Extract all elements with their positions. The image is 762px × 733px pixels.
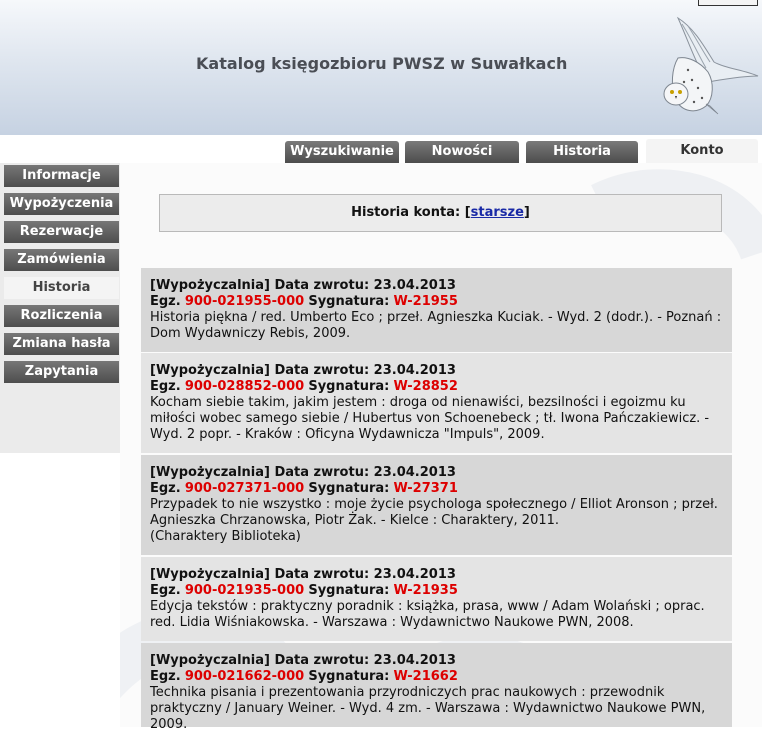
page-title: Katalog księgozbioru PWSZ w Suwałkach <box>196 54 568 73</box>
older-link[interactable]: starsze <box>471 205 524 220</box>
history-entry: [Wypożyczalnia] Data zwrotu: 23.04.2013 … <box>141 557 732 641</box>
history-entry: [Wypożyczalnia] Data zwrotu: 23.04.2013 … <box>141 455 732 555</box>
sidebar-item-wypozyczenia[interactable]: Wypożyczenia <box>4 193 119 215</box>
sidebar-item-historia[interactable]: Historia <box>4 277 119 299</box>
entry-egz: 900-021935-000 <box>184 583 305 598</box>
tab-konto[interactable]: Konto <box>646 139 758 163</box>
sidebar-item-zamowienia[interactable]: Zamówienia <box>4 249 119 271</box>
entry-sygnatura: W-27371 <box>393 481 458 496</box>
entry-description: Przypadek to nie wszystko : moje życie p… <box>150 497 718 528</box>
history-entry: [Wypożyczalnia] Data zwrotu: 23.04.2013 … <box>141 268 732 352</box>
entry-egz: 900-021662-000 <box>184 669 305 684</box>
egz-label: Egz. <box>150 294 181 309</box>
sidebar-item-rezerwacje[interactable]: Rezerwacje <box>4 221 119 243</box>
sygnatura-label: Sygnatura: <box>308 669 390 684</box>
entry-header: [Wypożyczalnia] Data zwrotu: 23.04.2013 <box>150 363 456 378</box>
top-corner-box <box>698 0 758 6</box>
sygnatura-label: Sygnatura: <box>308 583 390 598</box>
entry-header: [Wypożyczalnia] Data zwrotu: 23.04.2013 <box>150 653 456 668</box>
tab-nowosci[interactable]: Nowości <box>405 141 519 163</box>
history-header-box: Historia konta: [starsze] <box>159 194 722 232</box>
history-title: Historia konta: <box>351 205 461 220</box>
bracket-close: ] <box>523 205 530 220</box>
sidebar: Informacje Wypożyczenia Rezerwacje Zamów… <box>0 163 120 453</box>
sidebar-item-informacje[interactable]: Informacje <box>4 165 119 187</box>
entry-description: Edycja tekstów : praktyczny poradnik : k… <box>150 599 705 630</box>
tab-wyszukiwanie[interactable]: Wyszukiwanie <box>285 141 399 163</box>
entry-series: (Charaktery Biblioteka) <box>150 529 301 544</box>
entry-sygnatura: W-21935 <box>393 583 458 598</box>
entry-sygnatura: W-28852 <box>393 379 458 394</box>
sygnatura-label: Sygnatura: <box>308 294 390 309</box>
entry-header: [Wypożyczalnia] Data zwrotu: 23.04.2013 <box>150 465 456 480</box>
entry-egz: 900-027371-000 <box>184 481 305 496</box>
history-entry: [Wypożyczalnia] Data zwrotu: 23.04.2013 … <box>141 353 732 453</box>
entry-description: Technika pisania i prezentowania przyrod… <box>150 685 706 732</box>
entry-header: [Wypożyczalnia] Data zwrotu: 23.04.2013 <box>150 278 456 293</box>
header-banner: Katalog księgozbioru PWSZ w Suwałkach <box>0 0 762 135</box>
egz-label: Egz. <box>150 669 181 684</box>
sygnatura-label: Sygnatura: <box>308 481 390 496</box>
entry-description: Historia piękna / red. Umberto Eco ; prz… <box>150 310 722 341</box>
sygnatura-label: Sygnatura: <box>308 379 390 394</box>
entry-egz: 900-028852-000 <box>184 379 305 394</box>
entry-sygnatura: W-21955 <box>393 294 458 309</box>
tab-historia[interactable]: Historia <box>526 141 638 163</box>
entry-header: [Wypożyczalnia] Data zwrotu: 23.04.2013 <box>150 567 456 582</box>
sidebar-item-rozliczenia[interactable]: Rozliczenia <box>4 305 119 327</box>
egz-label: Egz. <box>150 481 181 496</box>
egz-label: Egz. <box>150 583 181 598</box>
entry-egz: 900-021955-000 <box>184 294 305 309</box>
sidebar-item-zapytania[interactable]: Zapytania <box>4 361 119 383</box>
entry-description: Kocham siebie takim, jakim jestem : drog… <box>150 395 710 442</box>
history-entry: [Wypożyczalnia] Data zwrotu: 23.04.2013 … <box>141 643 732 732</box>
sidebar-item-zmiana-hasla[interactable]: Zmiana hasła <box>4 333 119 355</box>
tab-bar: Wyszukiwanie Nowości Historia Konto <box>0 135 762 163</box>
entry-sygnatura: W-21662 <box>393 669 458 684</box>
owl-icon <box>663 16 759 115</box>
egz-label: Egz. <box>150 379 181 394</box>
